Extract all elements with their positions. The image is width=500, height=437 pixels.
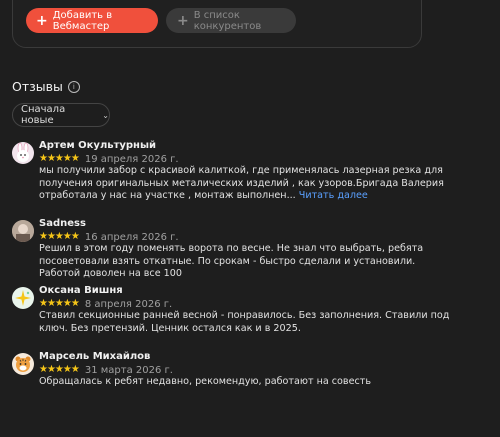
photo-avatar-icon [12, 220, 34, 242]
sort-dropdown-value: Сначала новые [21, 104, 66, 126]
review-author[interactable]: Артем Окультурный [39, 140, 459, 152]
rating-stars: ★★★★★ [39, 364, 80, 375]
review-date: 19 апреля 2026 г. [84, 153, 179, 165]
sort-dropdown[interactable]: Сначала новые ⌄ [12, 103, 110, 127]
sparkle-icon [12, 287, 34, 309]
reviews-heading: Отзывы i [12, 79, 80, 94]
rating-stars: ★★★★★ [39, 153, 80, 164]
bunny-face-icon [12, 142, 34, 164]
add-to-webmaster-label: Добавить в Вебмастер [52, 9, 113, 32]
info-icon[interactable]: i [67, 80, 80, 93]
add-to-competitors-label: В список конкурентов [193, 9, 262, 32]
review-text: Обращалась к ребят недавно, рекомендую, … [39, 376, 371, 387]
chevron-down-icon: ⌄ [102, 110, 109, 120]
reviews-title: Отзывы [12, 79, 63, 94]
review-date: 31 марта 2026 г. [84, 364, 173, 376]
review-text: Ставил секционные ранней весной - понрав… [39, 310, 450, 334]
plus-icon: + [177, 12, 189, 29]
review-text: мы получили забор с красивой калиткой, г… [39, 165, 459, 203]
review-author[interactable]: Оксана Вишня [39, 285, 459, 297]
add-to-webmaster-button[interactable]: + Добавить в Вебмастер [26, 8, 158, 33]
read-more-link[interactable]: Читать далее [299, 190, 368, 201]
review-date: 8 апреля 2026 г. [84, 298, 173, 310]
review-text: Решил в этом году поменять ворота по вес… [39, 243, 424, 279]
plus-icon: + [36, 12, 48, 29]
review-author[interactable]: Sadness [39, 218, 459, 230]
tiger-face-icon [12, 353, 34, 375]
review-date: 16 апреля 2026 г. [84, 231, 179, 243]
review-author[interactable]: Марсель Михайлов [39, 351, 459, 363]
rating-stars: ★★★★★ [39, 298, 80, 309]
review-text-body: мы получили забор с красивой калиткой, г… [39, 165, 444, 201]
add-to-competitors-button[interactable]: + В список конкурентов [166, 8, 296, 33]
rating-stars: ★★★★★ [39, 231, 80, 242]
